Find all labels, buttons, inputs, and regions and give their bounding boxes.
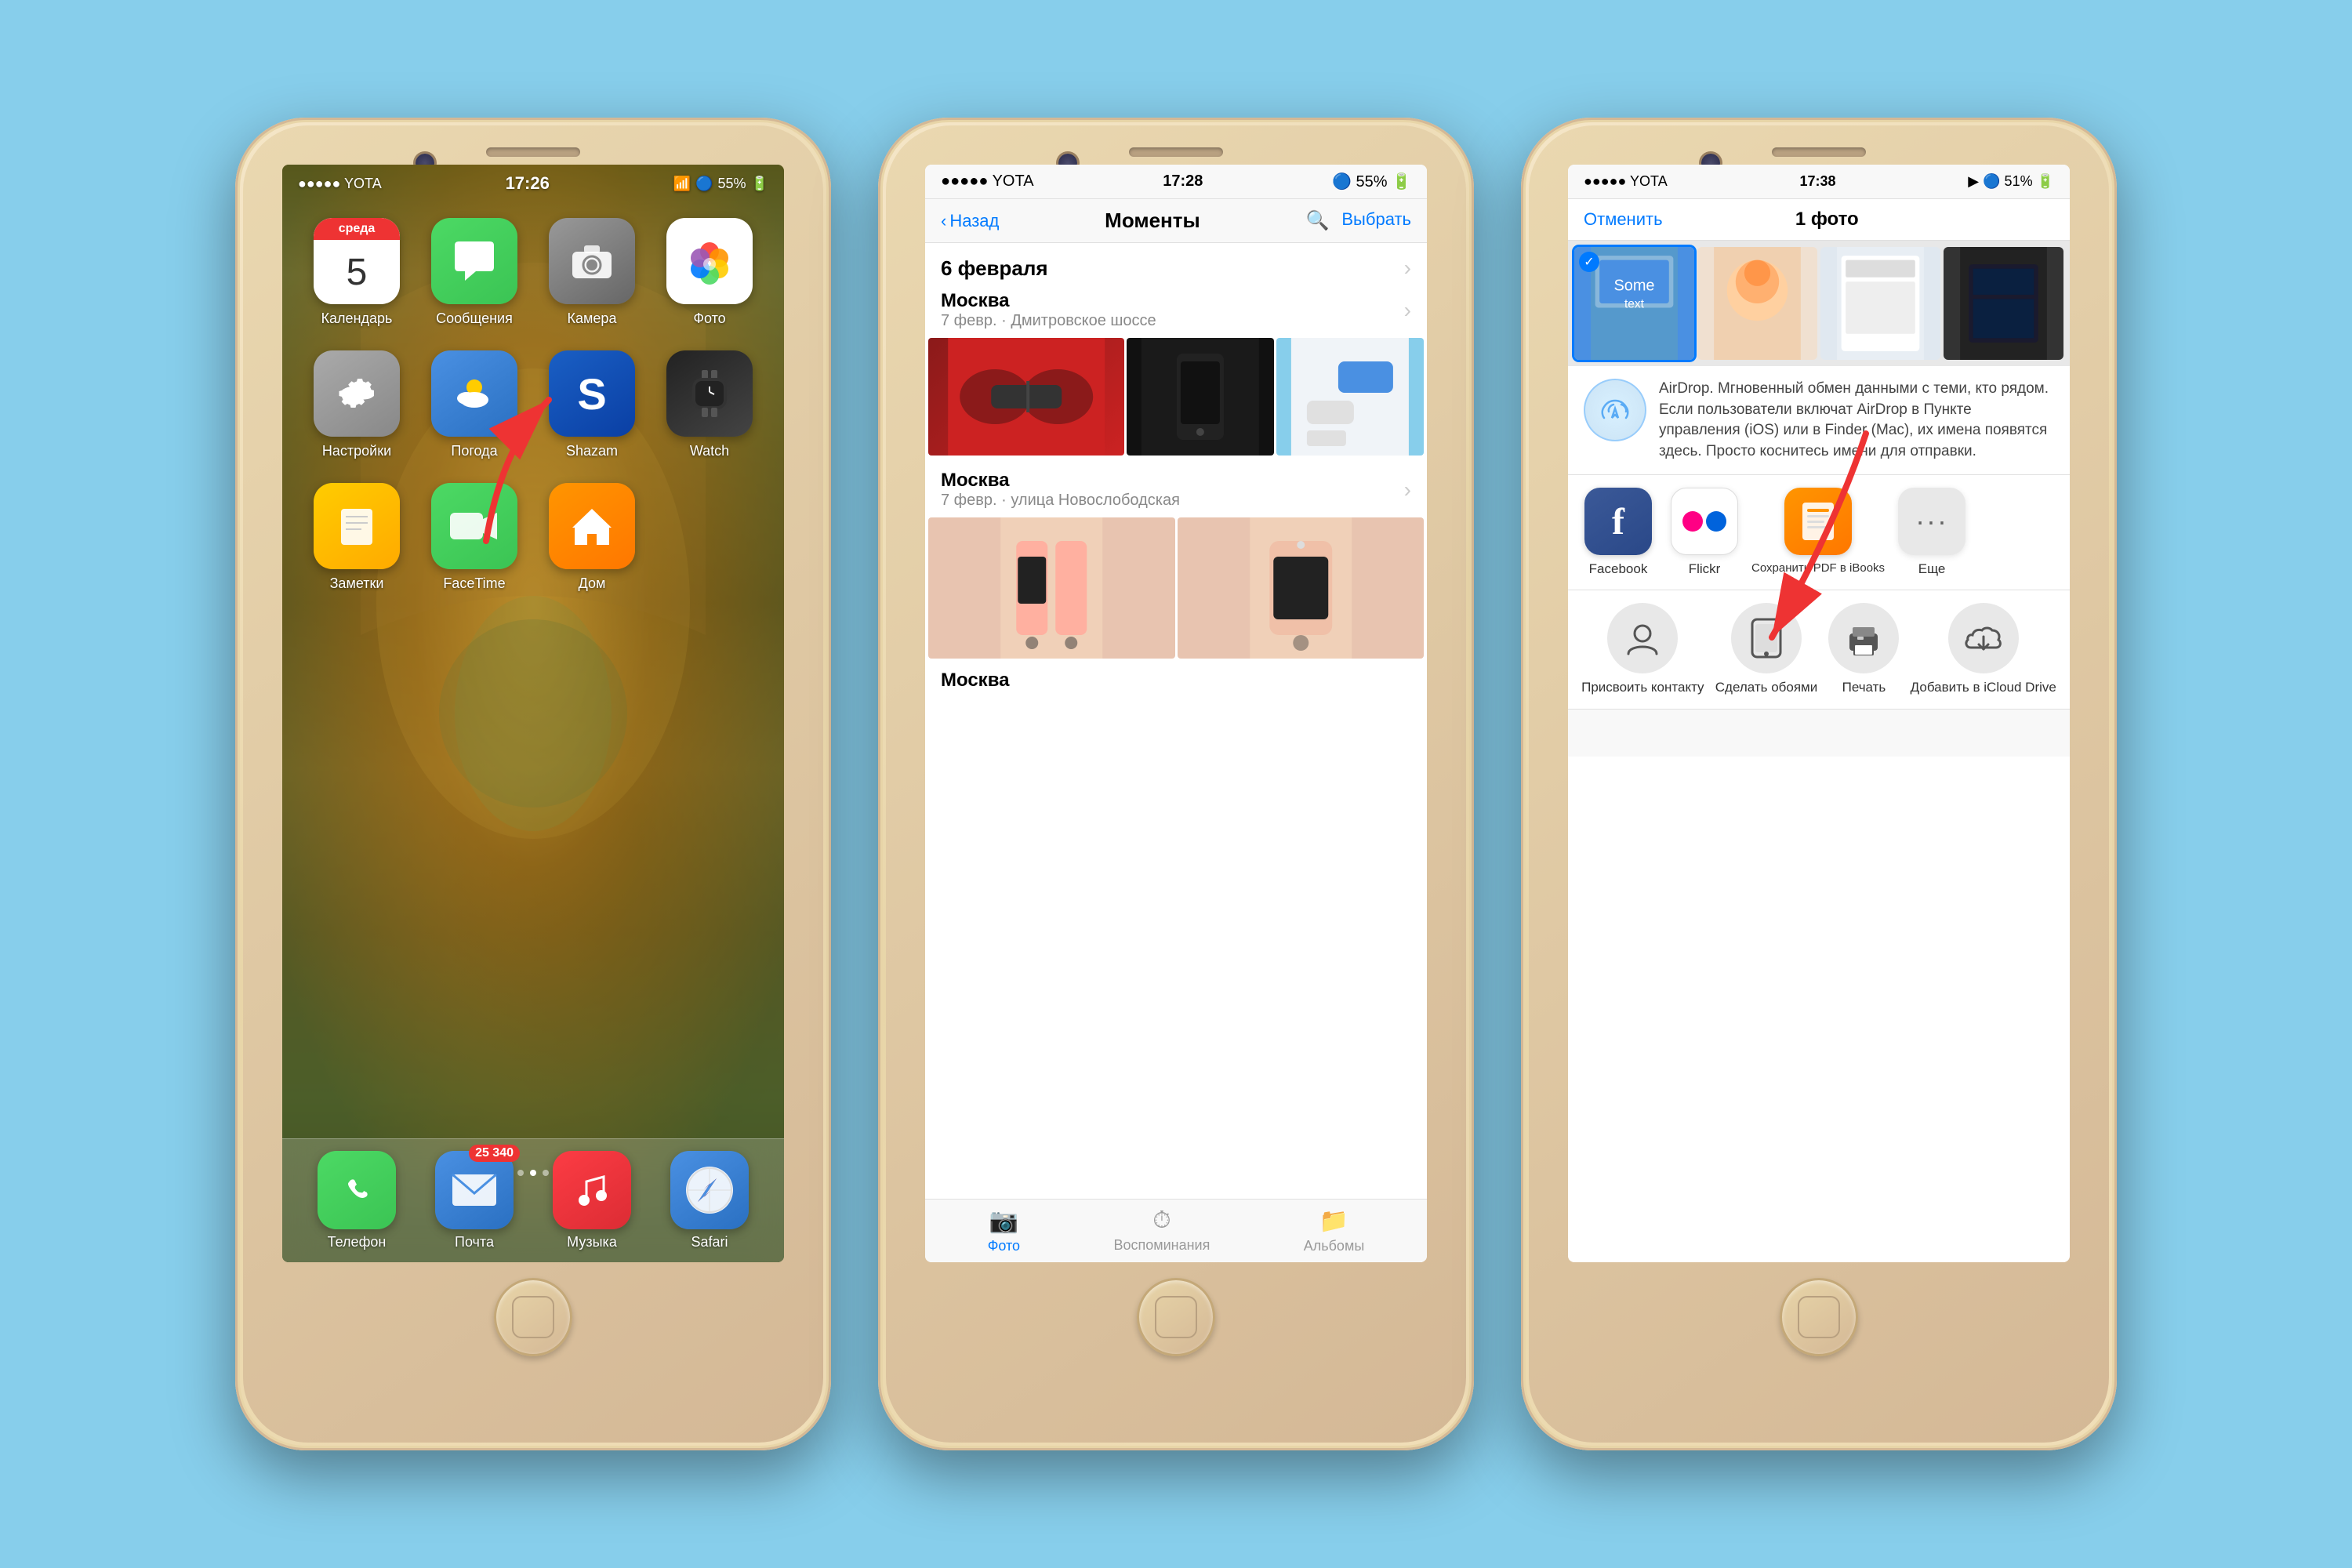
location-3: Москва	[941, 670, 1411, 691]
airdrop-description: AirDrop. Мгновенный обмен данными с теми…	[1659, 379, 2054, 462]
location-sub-2: 7 февр. · улица Новослободская	[941, 492, 1180, 510]
date-section-1: 6 февраля	[941, 256, 1048, 281]
dock-music-label: Музыка	[567, 1234, 617, 1250]
action-contact[interactable]: Присвоить контакту	[1581, 603, 1704, 695]
nav-select-2[interactable]: Выбрать	[1341, 209, 1411, 232]
photo-thumb-phone[interactable]	[1127, 338, 1274, 456]
status-time-3: 17:38	[1799, 173, 1835, 190]
dock-phone-label: Телефон	[328, 1234, 387, 1250]
location-2: Москва	[941, 470, 1180, 492]
dock-safari-label: Safari	[691, 1234, 728, 1250]
speaker-1	[486, 147, 580, 157]
status-icons-1: 📶🔵55%🔋	[673, 176, 768, 192]
carrier-1: ●●●●● YOTA	[298, 176, 382, 192]
dock-phone[interactable]: Телефон	[318, 1151, 396, 1250]
airdrop-icon	[1584, 379, 1646, 441]
app-shazam[interactable]: S Shazam	[541, 350, 643, 459]
time-1: 17:26	[506, 173, 550, 194]
action-print[interactable]: Печать	[1828, 603, 1899, 695]
app-facetime[interactable]: FaceTime	[423, 483, 525, 592]
share-app-flickr[interactable]: Flickr	[1665, 488, 1744, 577]
dock-mail[interactable]: 25 340 Почта	[435, 1151, 514, 1250]
location-sub-1: 7 февр. · Дмитровское шоссе	[941, 312, 1156, 330]
photo-thumb-iphone2[interactable]	[1178, 517, 1425, 659]
speaker-2	[1129, 147, 1223, 157]
photo-thumb-iphone1[interactable]	[928, 517, 1175, 659]
app-notes[interactable]: Заметки	[306, 483, 408, 592]
calendar-day-name: среда	[314, 218, 400, 240]
tab-memories[interactable]: ⏱ Воспоминания	[1113, 1207, 1210, 1254]
location-1: Москва	[941, 290, 1156, 312]
screen-1: ●●●●● YOTA 17:26 📶🔵55%🔋 среда 5 Календар…	[282, 165, 784, 1262]
app-home[interactable]: Дом	[541, 483, 643, 592]
status-time-2: 17:28	[1163, 172, 1203, 191]
photo-thumb-chat[interactable]	[1276, 338, 1424, 456]
svg-text:Some: Some	[1613, 277, 1654, 294]
camera-label: Камера	[568, 310, 617, 327]
share-thumb-2[interactable]	[1697, 247, 1817, 360]
photos-label: Фото	[693, 310, 725, 327]
tab-albums[interactable]: 📁 Альбомы	[1304, 1207, 1365, 1254]
iphone-2: ●●●●● YOTA 17:28 🔵 55% 🔋 ‹Назад Моменты …	[878, 118, 1474, 1450]
calendar-label: Календарь	[321, 310, 393, 327]
app-photos[interactable]: Фото	[659, 218, 760, 327]
svg-text:text: text	[1624, 298, 1645, 311]
mail-badge: 25 340	[469, 1145, 520, 1162]
settings-label: Настройки	[322, 443, 391, 459]
iphone-3: ●●●●● YOTA 17:38 ▶ 🔵 51% 🔋 Отменить 1 фо…	[1521, 118, 2117, 1450]
app-weather[interactable]: Погода	[423, 350, 525, 459]
app-camera[interactable]: Камера	[541, 218, 643, 327]
calendar-day: 5	[347, 240, 368, 304]
home-label: Дом	[579, 575, 606, 592]
share-count: 1 фото	[1795, 209, 1859, 230]
action-icloud[interactable]: Добавить в iCloud Drive	[1911, 603, 2056, 695]
dock-safari[interactable]: Safari	[670, 1151, 749, 1250]
share-app-more[interactable]: ··· Еще	[1893, 488, 1971, 577]
status-carrier-3: ●●●●● YOTA	[1584, 173, 1668, 190]
nav-back-2[interactable]: ‹Назад	[941, 211, 999, 231]
facetime-label: FaceTime	[443, 575, 505, 592]
app-settings[interactable]: Настройки	[306, 350, 408, 459]
dock: Телефон 25 340 Почта	[282, 1138, 784, 1262]
speaker-3	[1772, 147, 1866, 157]
home-button-2[interactable]	[1137, 1278, 1215, 1356]
share-cancel-btn[interactable]: Отменить	[1584, 209, 1663, 230]
dock-music[interactable]: Музыка	[553, 1151, 631, 1250]
messages-label: Сообщения	[436, 310, 513, 327]
app-watch[interactable]: Watch	[659, 350, 760, 459]
dock-mail-label: Почта	[455, 1234, 494, 1250]
nav-search-2[interactable]: 🔍	[1305, 209, 1329, 232]
photo-thumb-vr[interactable]	[928, 338, 1124, 456]
iphone-1: ●●●●● YOTA 17:26 📶🔵55%🔋 среда 5 Календар…	[235, 118, 831, 1450]
share-thumb-1[interactable]: Some text ✓	[1574, 247, 1694, 360]
share-thumb-3[interactable]	[1820, 247, 1940, 360]
share-app-ibooks[interactable]: Сохранить PDF в iBooks	[1751, 488, 1885, 577]
screen-3: ●●●●● YOTA 17:38 ▶ 🔵 51% 🔋 Отменить 1 фо…	[1568, 165, 2070, 1262]
watch-label: Watch	[690, 443, 729, 459]
status-bar-1: ●●●●● YOTA 17:26 📶🔵55%🔋	[282, 165, 784, 202]
shazam-label: Shazam	[566, 443, 618, 459]
share-thumb-4[interactable]	[1944, 247, 2063, 360]
status-carrier-2: ●●●●● YOTA	[941, 172, 1034, 191]
screen-2: ●●●●● YOTA 17:28 🔵 55% 🔋 ‹Назад Моменты …	[925, 165, 1427, 1262]
status-battery-2: 🔵 55% 🔋	[1332, 172, 1411, 191]
tab-photos[interactable]: 📷 Фото	[988, 1207, 1020, 1254]
home-button-3[interactable]	[1780, 1278, 1858, 1356]
tab-bar-photos: 📷 Фото ⏱ Воспоминания 📁 Альбомы	[925, 1199, 1427, 1262]
action-wallpaper[interactable]: Сделать обоями	[1715, 603, 1818, 695]
app-messages[interactable]: Сообщения	[423, 218, 525, 327]
app-calendar[interactable]: среда 5 Календарь	[306, 218, 408, 327]
share-app-facebook[interactable]: f Facebook	[1579, 488, 1657, 577]
weather-label: Погода	[451, 443, 497, 459]
home-button-1[interactable]	[494, 1278, 572, 1356]
status-battery-3: ▶ 🔵 51% 🔋	[1968, 173, 2054, 190]
notes-label: Заметки	[330, 575, 384, 592]
nav-title-2: Моменты	[1105, 209, 1200, 233]
